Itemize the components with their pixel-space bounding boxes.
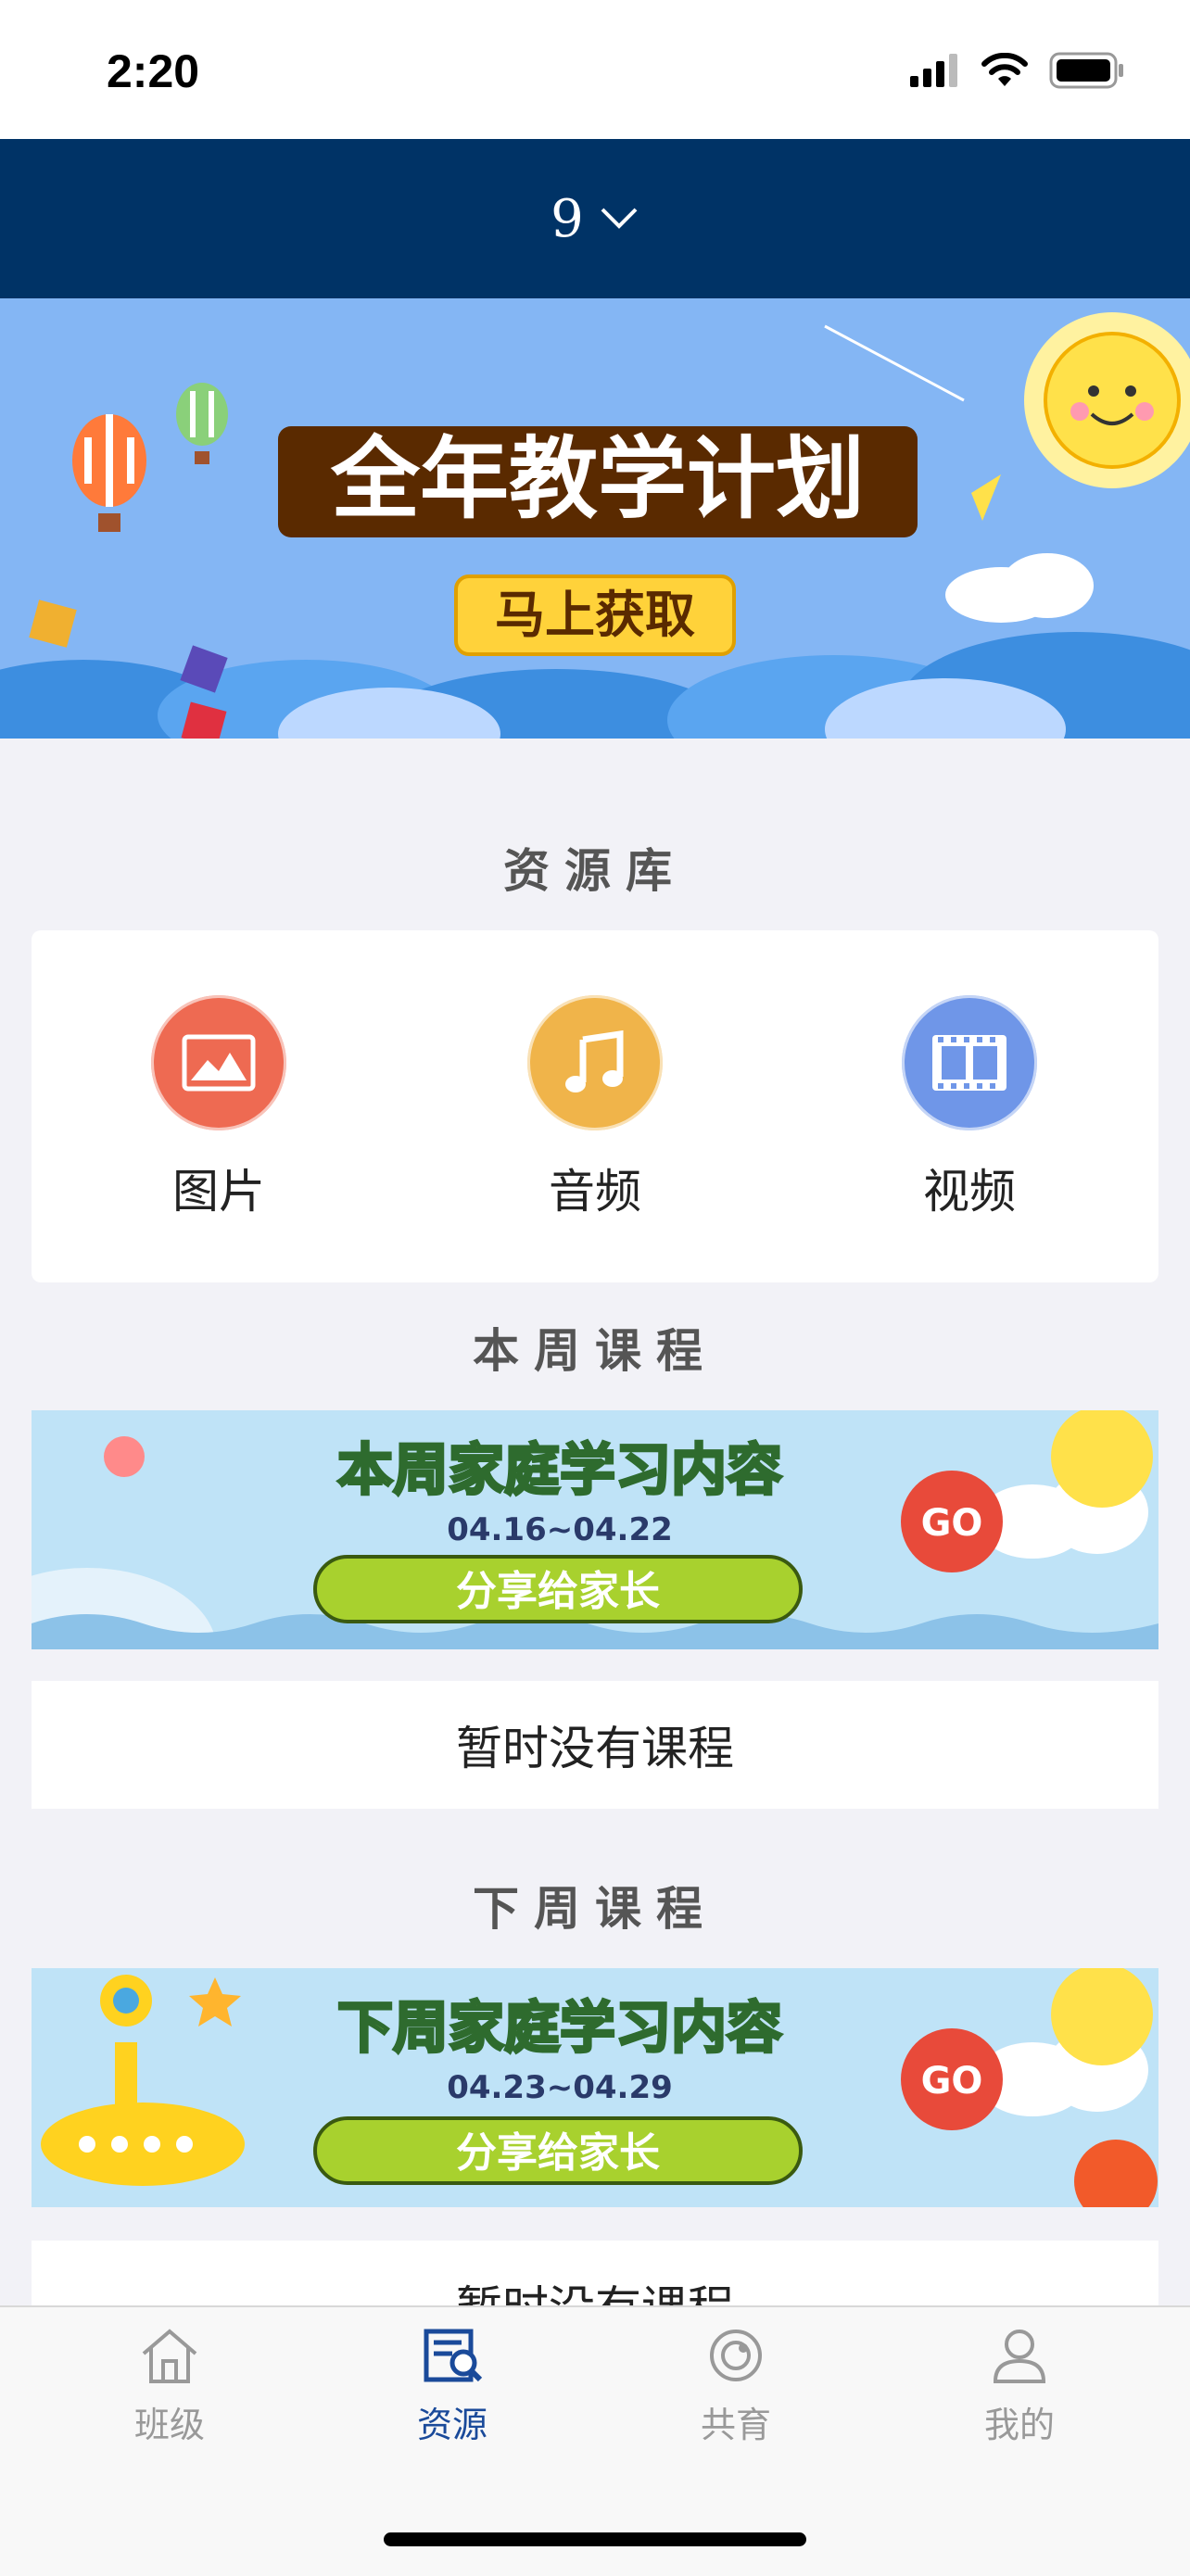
this-week-title: 本周课程: [473, 1324, 717, 1378]
banner-illustration: 全年教学计划 马上获取: [0, 298, 1190, 739]
film-icon: [902, 995, 1037, 1130]
banner-cta: 马上获取: [495, 586, 695, 644]
this-week-empty-state: 暂时没有课程: [32, 1681, 1158, 1809]
tab-class[interactable]: 班级: [95, 2326, 244, 2447]
banner-title: 全年教学计划: [330, 427, 865, 531]
tab-resources[interactable]: 资源: [378, 2326, 526, 2447]
next-week-title: 下周课程: [473, 1882, 717, 1936]
status-time: 2:20: [107, 45, 200, 97]
tab-resources-label: 资源: [416, 2405, 487, 2445]
resource-images-label: 图片: [172, 1165, 265, 1219]
cellular-signal-icon: [910, 54, 957, 87]
next-week-banner-title: 下周家庭学习内容: [337, 1996, 782, 2061]
week-number: 9: [551, 188, 584, 249]
resource-audio-label: 音频: [549, 1165, 641, 1219]
annual-plan-banner[interactable]: 全年教学计划 马上获取: [0, 298, 1190, 739]
this-week-banner-title: 本周家庭学习内容: [337, 1438, 782, 1503]
tab-class-label: 班级: [133, 2405, 205, 2445]
this-week-share-label: 分享给家长: [456, 1568, 660, 1615]
this-week-go-label: GO: [921, 1502, 983, 1545]
next-week-share-label: 分享给家长: [456, 2129, 660, 2177]
this-week-banner[interactable]: 本周家庭学习内容 04.16~04.22 分享给家长 GO: [32, 1410, 1158, 1649]
resource-audio[interactable]: 音频: [502, 995, 688, 1221]
image-icon: [151, 995, 286, 1130]
header-bar: 9: [0, 139, 1190, 298]
tab-profile[interactable]: 我的: [945, 2326, 1094, 2447]
status-bar: 2:20: [0, 0, 1190, 139]
resource-video[interactable]: 视频: [877, 995, 1062, 1221]
home-icon: [142, 2329, 197, 2383]
week-selector[interactable]: 9: [0, 139, 1190, 298]
next-week-banner-art: 下周家庭学习内容 04.23~04.29 分享给家长 GO: [32, 1968, 1158, 2207]
status-icons: [910, 52, 1125, 89]
chevron-down-icon: [601, 208, 638, 229]
next-week-banner[interactable]: 下周家庭学习内容 04.23~04.29 分享给家长 GO: [32, 1968, 1158, 2207]
music-note-icon: [527, 995, 663, 1130]
battery-icon: [1049, 52, 1123, 89]
next-week-date-range: 04.23~04.29: [447, 2069, 673, 2106]
resource-library-card: 图片 音频 视频: [32, 930, 1158, 1282]
this-week-date-range: 04.16~04.22: [447, 1511, 673, 1548]
wifi-icon: [981, 53, 1028, 86]
resource-search-icon: [424, 2329, 483, 2382]
tab-profile-label: 我的: [983, 2405, 1055, 2445]
resource-images[interactable]: 图片: [126, 995, 311, 1221]
this-week-banner-art: 本周家庭学习内容 04.16~04.22 分享给家长 GO: [32, 1410, 1158, 1649]
profile-icon: [993, 2330, 1046, 2383]
home-indicator[interactable]: [384, 2532, 806, 2546]
resource-library-title: 资源库: [503, 844, 687, 898]
tab-coeducation[interactable]: 共育: [662, 2326, 810, 2447]
tab-coeducation-label: 共育: [700, 2405, 771, 2445]
coeducation-icon: [710, 2330, 762, 2381]
resource-video-label: 视频: [923, 1165, 1016, 1219]
next-week-go-label: GO: [921, 2060, 983, 2102]
